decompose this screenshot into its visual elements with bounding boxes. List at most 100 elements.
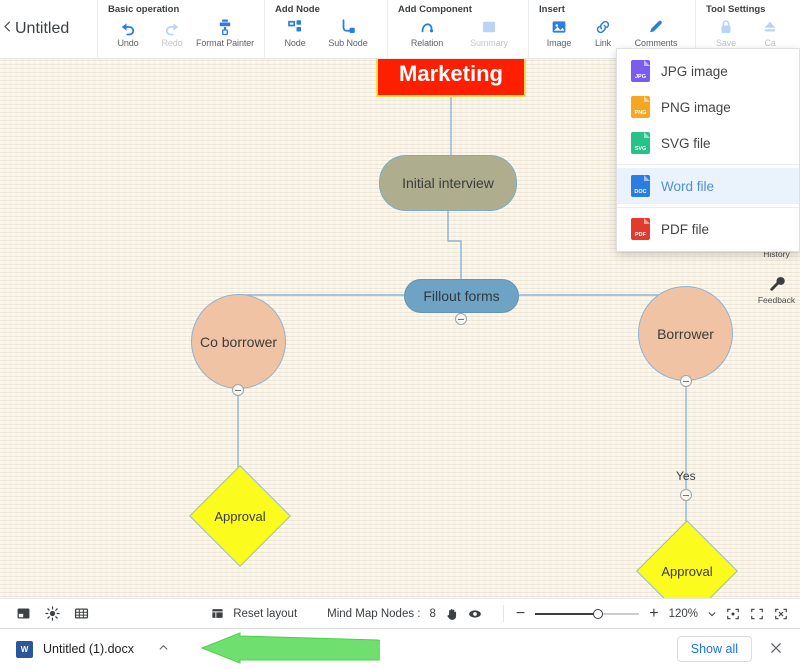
- toolbar-group-add-node: Add Node Node Sub Node: [264, 0, 387, 58]
- zoom-slider[interactable]: [535, 608, 640, 619]
- grid-icon[interactable]: [74, 606, 89, 621]
- toolbar-group-basic-operation: Basic operation Undo Redo Format Painter: [97, 0, 264, 58]
- zoom-level-value: 120%: [668, 607, 698, 620]
- collapse-button-fillout-forms[interactable]: [455, 313, 467, 325]
- reset-layout-label[interactable]: Reset layout: [233, 608, 297, 620]
- export-option-png[interactable]: PNG PNG image: [617, 89, 799, 125]
- mindmap-node-approval-left-label: Approval: [214, 508, 266, 524]
- back-button[interactable]: [0, 0, 15, 58]
- chevron-down-icon[interactable]: [708, 610, 716, 618]
- redo-label: Redo: [161, 38, 183, 48]
- show-all-button[interactable]: Show all: [676, 636, 752, 662]
- mindmap-node-root[interactable]: Marketing: [376, 59, 526, 97]
- collapse-button-yes-edge[interactable]: [680, 489, 692, 501]
- insert-link-button[interactable]: Link: [581, 16, 625, 48]
- doc-file-icon-badge: DOC: [634, 189, 647, 195]
- mindmap-node-initial-interview[interactable]: Initial interview: [379, 155, 517, 211]
- export-option-pdf-label: PDF file: [661, 221, 710, 237]
- upload-icon: [761, 17, 779, 36]
- save-button[interactable]: Save: [704, 16, 748, 48]
- dropdown-separator-bottom: [617, 207, 799, 208]
- insert-image-button[interactable]: Image: [537, 16, 581, 48]
- sidebar-item-feedback[interactable]: Feedback: [753, 273, 800, 305]
- node-count-label: Mind Map Nodes :: [327, 607, 421, 620]
- export-option-jpg[interactable]: JPG JPG image: [617, 53, 799, 89]
- node-count-value: 8: [429, 607, 436, 620]
- jpg-file-icon: JPG: [631, 60, 650, 82]
- format-painter-icon: [216, 17, 234, 36]
- close-icon[interactable]: [766, 641, 786, 658]
- edge-label-yes: Yes: [676, 469, 696, 483]
- export-option-pdf[interactable]: PDF PDF file: [617, 211, 799, 247]
- collapse-button-borrower[interactable]: [680, 375, 692, 387]
- format-painter-button[interactable]: Format Painter: [194, 16, 256, 48]
- group-title-tool-settings: Tool Settings: [706, 4, 766, 15]
- green-left-arrow: [200, 632, 383, 664]
- node-icon: [286, 17, 304, 36]
- summary-icon: [480, 17, 498, 36]
- add-node-label: Node: [284, 38, 306, 48]
- zoom-in-button[interactable]: +: [649, 605, 658, 623]
- chevron-up-icon[interactable]: [158, 642, 169, 656]
- theme-icon[interactable]: [16, 606, 31, 621]
- group-title-add-node: Add Node: [275, 4, 320, 15]
- word-doc-icon-badge: W: [20, 644, 29, 654]
- save-label: Save: [715, 38, 737, 48]
- insert-link-label: Link: [594, 38, 612, 48]
- fit-screen-icon[interactable]: [750, 607, 764, 621]
- pdf-file-icon-badge: PDF: [635, 232, 646, 238]
- hand-icon[interactable]: [445, 607, 459, 621]
- mindmap-node-borrower[interactable]: Borrower: [638, 286, 733, 381]
- zoom-controls: − + 120%: [516, 605, 800, 623]
- cloud-upload-label: Ca: [764, 38, 776, 48]
- add-relation-button[interactable]: Relation: [396, 16, 458, 48]
- brightness-icon[interactable]: [45, 606, 60, 621]
- zoom-out-button[interactable]: −: [516, 605, 525, 623]
- download-file-name: Untitled (1).docx: [43, 642, 135, 656]
- download-item[interactable]: W Untitled (1).docx: [0, 640, 135, 658]
- mindmap-app-window: Untitled Basic operation Undo Redo Forma…: [0, 0, 800, 669]
- mindmap-node-root-label: Marketing: [399, 61, 503, 86]
- cloud-upload-button[interactable]: Ca: [748, 16, 792, 48]
- status-bar-divider: [502, 605, 504, 622]
- insert-comments-label: Comments: [634, 38, 678, 48]
- image-icon: [550, 17, 568, 36]
- center-focus-icon[interactable]: [726, 607, 740, 621]
- group-title-insert: Insert: [539, 4, 565, 15]
- export-option-word-label: Word file: [661, 178, 715, 194]
- mindmap-node-fillout-forms[interactable]: Fillout forms: [404, 279, 519, 313]
- mindmap-node-co-borrower-label: Co borrower: [199, 333, 278, 350]
- undo-button[interactable]: Undo: [106, 16, 150, 48]
- status-bar: Reset layout Mind Map Nodes : 8 − + 120%: [0, 598, 800, 628]
- eye-icon[interactable]: [468, 607, 482, 621]
- toolbar-group-add-component: Add Component Relation Summary: [387, 0, 528, 58]
- document-title[interactable]: Untitled: [15, 0, 97, 58]
- redo-button[interactable]: Redo: [150, 16, 194, 48]
- zoom-slider-knob[interactable]: [593, 608, 604, 619]
- link-icon: [594, 17, 612, 36]
- word-doc-icon: W: [16, 640, 33, 658]
- undo-icon: [119, 17, 137, 36]
- status-bar-left-icons: [0, 606, 89, 621]
- green-left-arrow-annotation: [200, 632, 383, 669]
- mindmap-node-co-borrower[interactable]: Co borrower: [191, 294, 286, 389]
- insert-comments-button[interactable]: Comments: [625, 16, 687, 48]
- sub-node-icon: [339, 17, 357, 36]
- sidebar-item-feedback-label: Feedback: [757, 295, 796, 305]
- status-bar-center: Reset layout Mind Map Nodes : 8: [211, 605, 516, 622]
- collapse-button-co-borrower[interactable]: [232, 384, 244, 396]
- comments-icon: [647, 17, 665, 36]
- export-option-svg[interactable]: SVG SVG file: [617, 125, 799, 161]
- add-sub-node-button[interactable]: Sub Node: [317, 16, 379, 48]
- add-sub-node-label: Sub Node: [328, 38, 368, 48]
- svg-file-icon-badge: SVG: [634, 146, 647, 152]
- group-title-basic-operation: Basic operation: [108, 4, 180, 15]
- wrench-icon: [768, 273, 785, 293]
- full-screen-icon[interactable]: [774, 607, 788, 621]
- zoom-slider-fill: [535, 612, 599, 615]
- export-option-word[interactable]: DOC Word file: [617, 168, 799, 204]
- reset-layout-icon[interactable]: [211, 607, 224, 620]
- add-summary-button[interactable]: Summary: [458, 16, 520, 48]
- png-file-icon: PNG: [631, 96, 650, 118]
- add-node-button[interactable]: Node: [273, 16, 317, 48]
